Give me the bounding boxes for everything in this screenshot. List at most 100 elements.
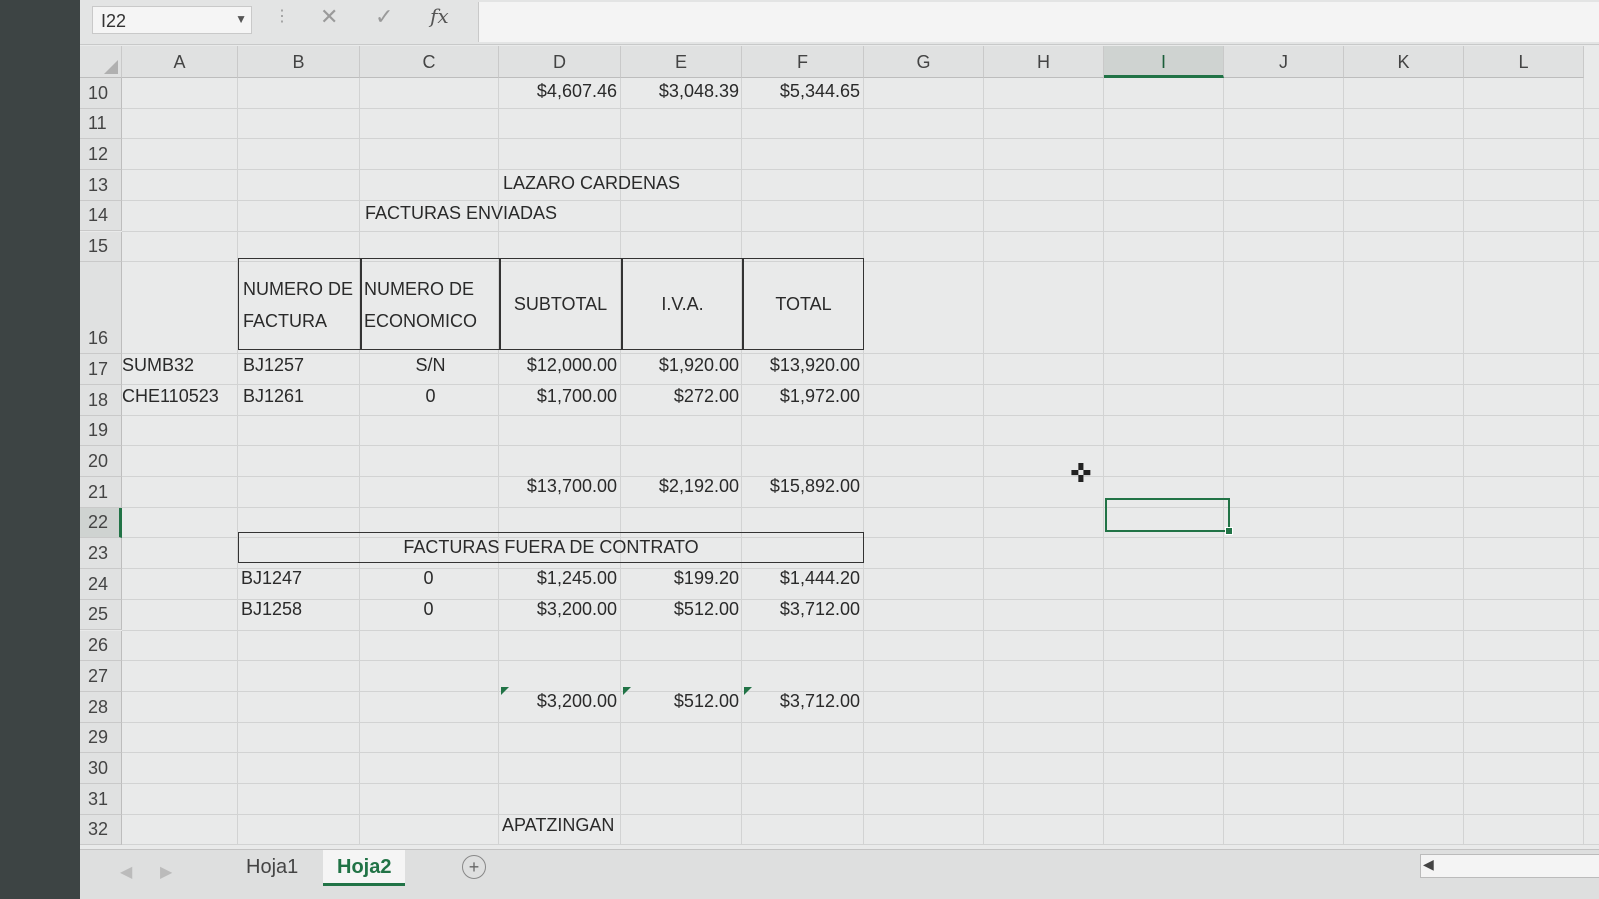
row-header-28[interactable]: 28 (80, 691, 122, 723)
cell-F21[interactable]: $15,892.00 (743, 476, 860, 497)
cell-C16-line2: ECONOMICO (364, 311, 478, 331)
row-header-24[interactable]: 24 (80, 569, 122, 600)
chevron-down-icon[interactable]: ▼ (235, 12, 247, 26)
row-header-22[interactable]: 22 (80, 507, 122, 539)
enter-icon[interactable]: ✓ (375, 4, 393, 30)
cell-B25[interactable]: BJ1258 (241, 599, 302, 620)
row-number: 24 (88, 573, 109, 594)
cell-C24[interactable]: 0 (360, 568, 497, 589)
cell-A17[interactable]: SUMB32 (122, 355, 194, 376)
column-header-L[interactable]: L (1464, 46, 1584, 78)
row-header-21[interactable]: 21 (80, 477, 122, 508)
row-header-15[interactable]: 15 (80, 231, 122, 263)
cell-D28[interactable]: $3,200.00 (500, 691, 617, 712)
row-header-31[interactable]: 31 (80, 784, 122, 815)
column-header-F[interactable]: F (742, 46, 864, 78)
row-header-18[interactable]: 18 (80, 384, 122, 416)
row-header-19[interactable]: 19 (80, 415, 122, 447)
insert-function-button[interactable]: fx (430, 4, 449, 28)
cell-F16[interactable]: TOTAL (743, 294, 864, 315)
active-cell-I22[interactable] (1105, 498, 1233, 535)
formula-input[interactable] (478, 2, 1599, 42)
column-header-D[interactable]: D (499, 46, 621, 78)
horizontal-scrollbar[interactable]: ◀ (1420, 854, 1599, 878)
cell-F24[interactable]: $1,444.20 (743, 568, 860, 589)
name-box[interactable]: I22 ▼ (92, 6, 252, 34)
row-header-26[interactable]: 26 (80, 630, 122, 662)
sheet-tab-hoja2[interactable]: Hoja2 (323, 850, 406, 886)
column-header-E[interactable]: E (621, 46, 742, 78)
cell-F28[interactable]: $3,712.00 (743, 691, 860, 712)
cell-D32[interactable]: APATZINGAN (502, 815, 614, 836)
scroll-left-icon[interactable]: ◀ (1423, 856, 1434, 873)
cell-F25[interactable]: $3,712.00 (743, 599, 860, 620)
row-header-30[interactable]: 30 (80, 753, 122, 784)
cell-D21[interactable]: $13,700.00 (500, 476, 617, 497)
cell-C14[interactable]: FACTURAS ENVIADAS (365, 203, 557, 224)
cell-E16[interactable]: I.V.A. (622, 294, 743, 315)
cell-D18[interactable]: $1,700.00 (500, 386, 617, 407)
cell-E18[interactable]: $272.00 (622, 386, 739, 407)
cell-D10[interactable]: $4,607.46 (500, 81, 617, 102)
row-header-29[interactable]: 29 (80, 722, 122, 754)
gridline-vertical (1463, 78, 1464, 846)
column-header-A[interactable]: A (122, 46, 238, 78)
cell-A18[interactable]: CHE110523 (122, 386, 219, 407)
cell-F10[interactable]: $5,344.65 (743, 81, 860, 102)
row-number: 18 (88, 389, 109, 410)
row-header-14[interactable]: 14 (80, 200, 122, 232)
cell-E24[interactable]: $199.20 (622, 568, 739, 589)
cell-C17[interactable]: S/N (362, 355, 499, 376)
gridline-horizontal (122, 383, 1599, 385)
cell-E21[interactable]: $2,192.00 (622, 476, 739, 497)
row-header-27[interactable]: 27 (80, 661, 122, 692)
add-sheet-button[interactable]: + (462, 855, 486, 879)
cell-E28[interactable]: $512.00 (622, 691, 739, 712)
cell-D24[interactable]: $1,245.00 (500, 568, 617, 589)
column-header-C[interactable]: C (360, 46, 499, 78)
cell-D13[interactable]: LAZARO CARDENAS (503, 173, 680, 194)
gridline-vertical (237, 78, 238, 846)
cell-D17[interactable]: $12,000.00 (500, 355, 617, 376)
cell-D16[interactable]: SUBTOTAL (500, 294, 621, 315)
cell-E17[interactable]: $1,920.00 (622, 355, 739, 376)
row-number: 17 (88, 358, 109, 379)
column-header-G[interactable]: G (864, 46, 984, 78)
sheet-tab-hoja1[interactable]: Hoja1 (232, 850, 312, 886)
row-header-32[interactable]: 32 (80, 814, 122, 846)
cell-B18[interactable]: BJ1261 (243, 386, 304, 407)
row-number: 25 (88, 604, 109, 625)
gridline-horizontal (122, 476, 1599, 477)
column-header-B[interactable]: B (238, 46, 360, 78)
prev-sheet-icon[interactable]: ◀ (120, 862, 132, 882)
row-header-23[interactable]: 23 (80, 538, 122, 570)
cell-B23-merged[interactable]: FACTURAS FUERA DE CONTRATO (238, 537, 864, 558)
column-header-I[interactable]: I (1104, 46, 1224, 78)
cell-D25[interactable]: $3,200.00 (500, 599, 617, 620)
row-header-10[interactable]: 10 (80, 78, 122, 109)
cell-B24[interactable]: BJ1247 (241, 568, 302, 589)
column-header-J[interactable]: J (1224, 46, 1344, 78)
row-header-12[interactable]: 12 (80, 139, 122, 171)
cell-E10[interactable]: $3,048.39 (622, 81, 739, 102)
next-sheet-icon[interactable]: ▶ (160, 862, 172, 882)
cell-B17[interactable]: BJ1257 (243, 355, 304, 376)
row-header-17[interactable]: 17 (80, 354, 122, 385)
select-all-button[interactable] (80, 46, 122, 78)
fill-handle[interactable] (1225, 527, 1233, 535)
more-options-icon[interactable]: ⋮ (274, 6, 290, 26)
cell-F18[interactable]: $1,972.00 (743, 386, 860, 407)
row-header-16[interactable]: 16 (80, 262, 122, 355)
cell-C25[interactable]: 0 (360, 599, 497, 620)
row-header-25[interactable]: 25 (80, 599, 122, 631)
cancel-icon[interactable]: ✕ (320, 4, 338, 30)
row-header-13[interactable]: 13 (80, 170, 122, 201)
cell-F17[interactable]: $13,920.00 (743, 355, 860, 376)
column-header-K[interactable]: K (1344, 46, 1464, 78)
cell-E25[interactable]: $512.00 (622, 599, 739, 620)
column-header-H[interactable]: H (984, 46, 1104, 78)
row-header-11[interactable]: 11 (80, 108, 122, 140)
cell-C18[interactable]: 0 (362, 386, 499, 407)
row-header-20[interactable]: 20 (80, 446, 122, 477)
cell-cursor-icon: ✜ (1070, 458, 1092, 488)
